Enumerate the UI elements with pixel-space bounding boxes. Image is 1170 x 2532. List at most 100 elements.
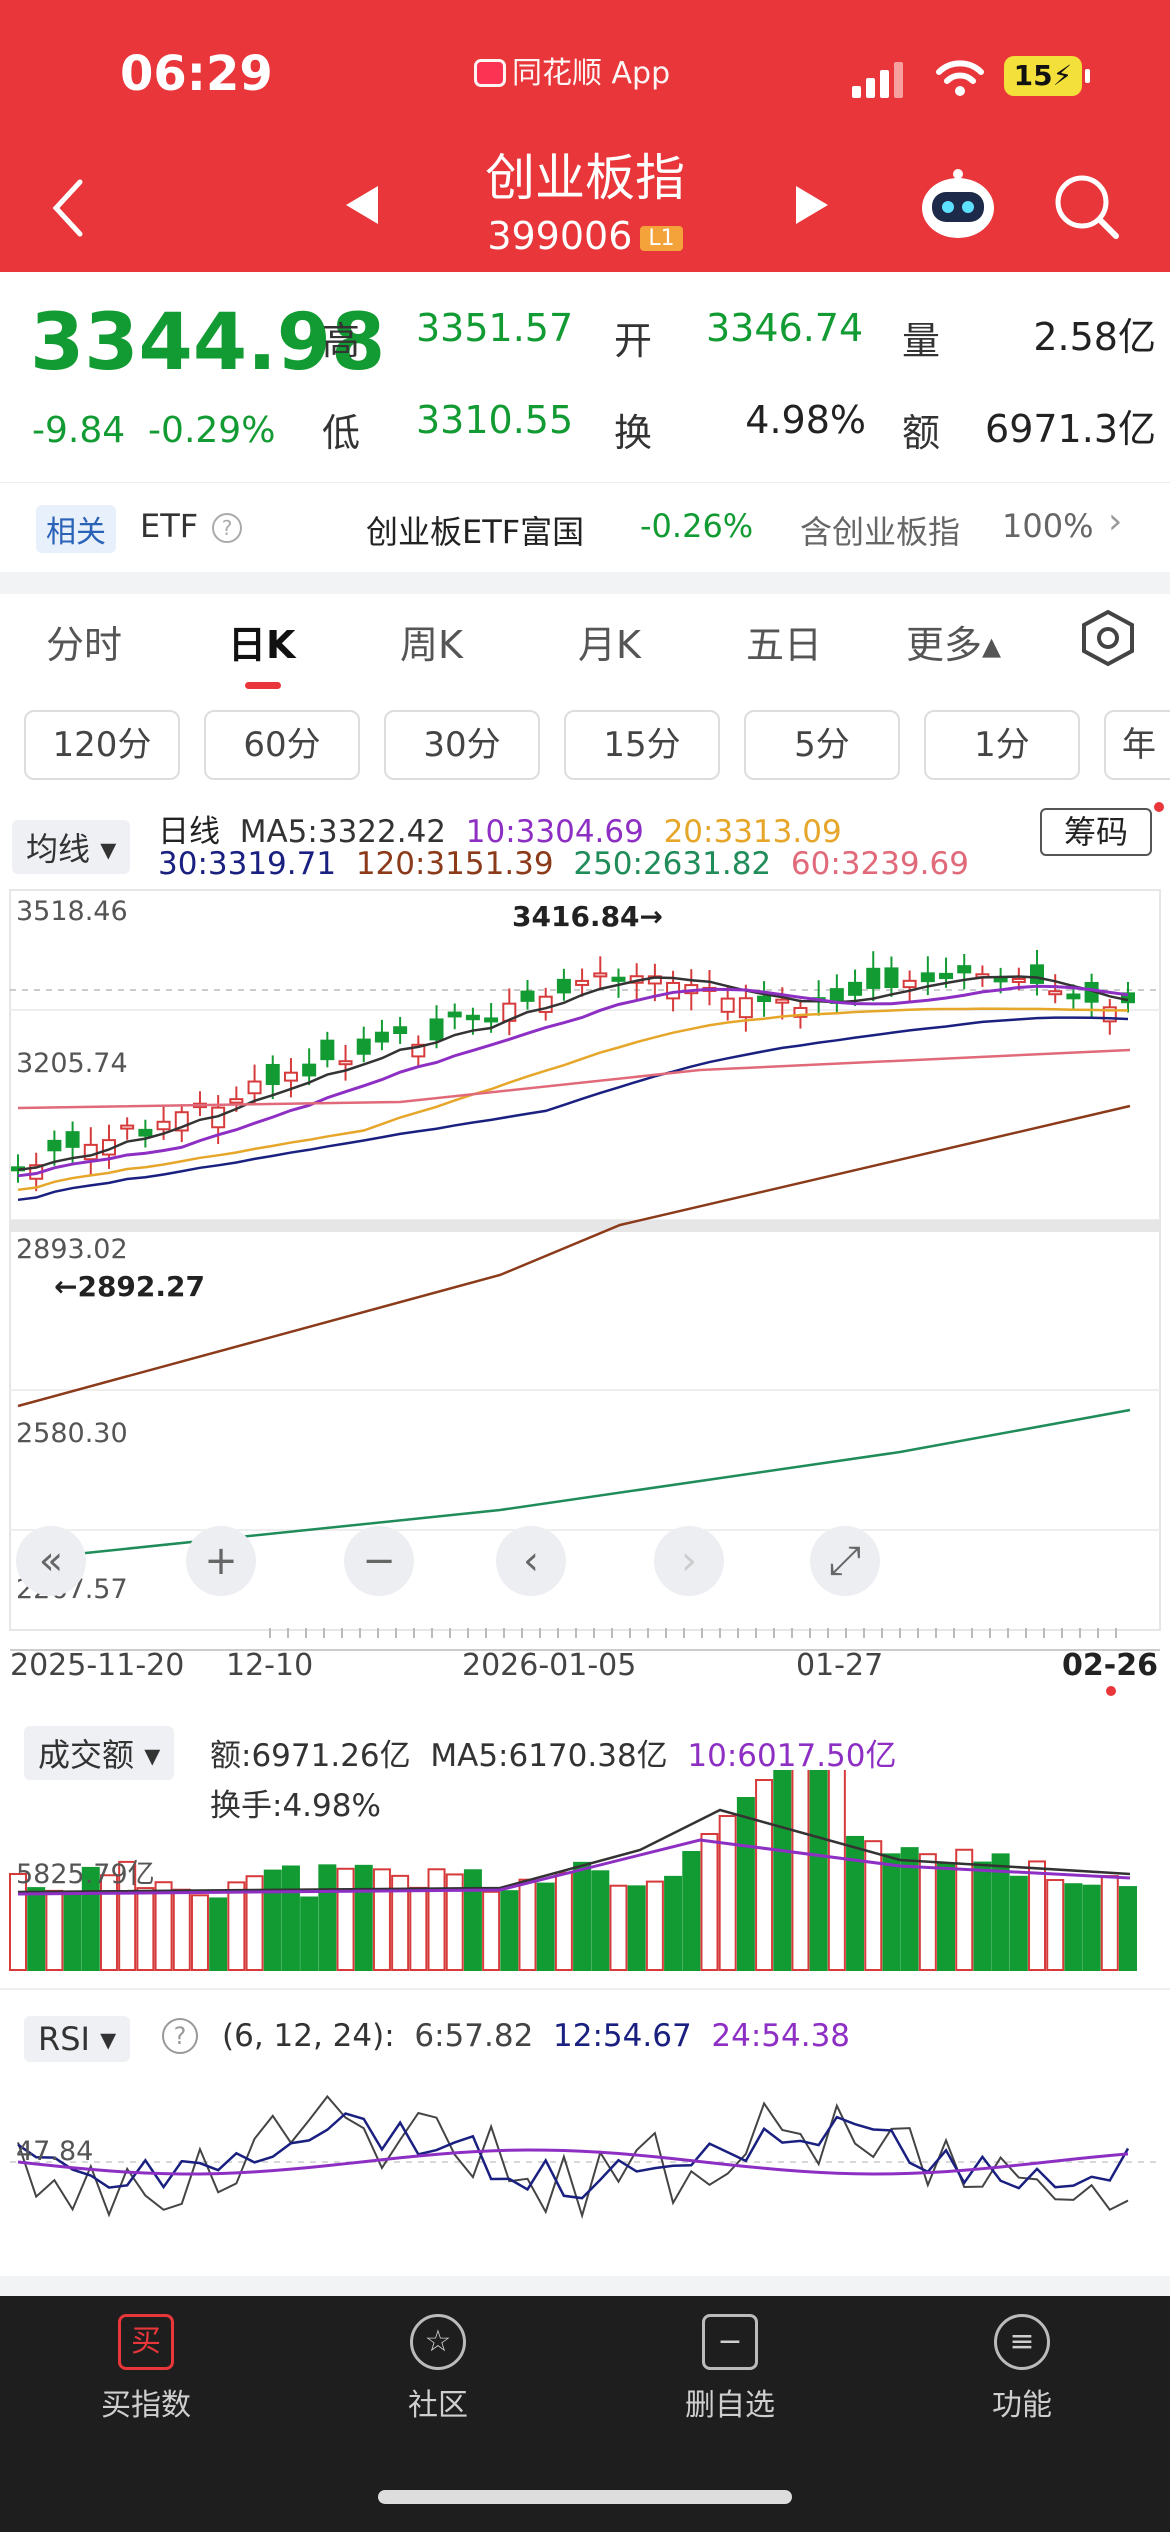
rsi24-value: 24:54.38 [711,2018,851,2054]
candle-body [757,995,772,1002]
high-value: 3351.57 [416,306,574,350]
rsi-help-icon[interactable]: ? [162,2018,198,2054]
volume-bar [1009,1875,1028,1971]
date-label-2: 12-10 [226,1648,314,1683]
period-year[interactable]: 年 [1104,710,1170,780]
battery-indicator: 15⚡ [1004,56,1090,96]
volume-bar [1028,1860,1047,1971]
nav-remove-watchlist[interactable]: − 删自选 [630,2314,830,2424]
period-1min[interactable]: 1分 [924,710,1080,780]
candle-body [320,1039,335,1061]
status-time: 06:29 [120,46,273,102]
period-60min[interactable]: 60分 [204,710,360,780]
volume-bar [482,1890,501,1971]
period-120min[interactable]: 120分 [24,710,180,780]
tab-more[interactable]: 更多▴ [906,614,1001,669]
zoom-in-icon[interactable]: + [186,1526,256,1596]
fullscreen-icon[interactable]: ⤢ [810,1526,880,1596]
candle-body [884,967,899,988]
candle-body [575,979,590,986]
candle-body [465,1014,480,1021]
nav-community-label: 社区 [408,2388,468,2423]
volume-bar [846,1835,865,1972]
candle-body [520,990,535,1002]
tab-daily-k[interactable]: 日K [228,614,295,669]
battery-level: 15 [1013,59,1053,92]
period-30min[interactable]: 30分 [384,710,540,780]
volume-bar [554,1871,573,1971]
section-divider [0,572,1170,594]
etf-weight: 100% [1002,507,1094,545]
volume-bar [736,1797,755,1971]
etf-holding: 含创业板指 [800,513,961,551]
candle-body [939,972,954,980]
volume-bar [627,1885,646,1971]
ma250-line [17,1408,1131,1562]
candle-body [429,1018,444,1041]
robot-assistant-icon[interactable] [918,168,998,240]
volume-chart[interactable] [0,1770,1170,1980]
volume-bar [27,1887,46,1971]
price-change: -9.84 -0.29% [32,410,275,451]
y-axis-mid: 3205.74 [16,1048,128,1079]
scroll-right-icon[interactable]: › [654,1526,724,1596]
y-axis-top: 3518.46 [16,896,128,927]
volume-bar [281,1865,300,1971]
date-label-5: 02-26 [1062,1648,1158,1683]
settings-hexagon-icon[interactable] [1080,608,1136,668]
ma-selector[interactable]: 均线 ▾ [12,820,131,874]
period-label: 日线 [158,814,220,850]
candle-body [866,967,881,989]
ma30-line [17,1016,1129,1202]
bottom-spacer [0,2276,1170,2296]
nav-remove-label: 删自选 [685,2388,775,2423]
volume-y-label: 5825.79亿 [16,1859,155,1890]
nav-community[interactable]: ☆ 社区 [338,2314,538,2424]
ma250-value: 250:2631.82 [573,846,772,882]
tab-intraday[interactable]: 分时 [46,614,122,669]
candle-body [393,1026,408,1035]
nav-buy-index[interactable]: 买买指数 [46,2314,246,2424]
related-etf-row[interactable]: 相关 ETF ? 创业板ETF富国 -0.26% 含创业板指 100% › [0,482,1170,572]
volume-bar [1064,1883,1083,1971]
volume-bar [209,1897,228,1972]
candle-body [484,1017,499,1023]
rewind-icon[interactable]: « [16,1526,86,1596]
chips-button[interactable]: 筹码 [1040,808,1152,856]
high-label: 高 [322,319,361,363]
volume-bar [227,1881,246,1971]
rsi-legend: (6, 12, 24): 6:57.82 12:54.67 24:54.38 [222,2018,850,2054]
volume-bar [318,1864,337,1971]
volume-bar [536,1882,555,1971]
volume-bar [336,1867,355,1971]
candle-body [593,972,608,978]
nav-functions[interactable]: ≡ 功能 [922,2314,1122,2424]
candle-body [447,1011,462,1018]
candle-body [957,965,972,974]
rsi-chart[interactable] [0,2066,1170,2276]
volume-bar [591,1870,610,1971]
functions-icon: ≡ [994,2314,1050,2370]
ma20-value: 20:3313.09 [663,814,842,850]
volume-bar [500,1890,519,1971]
ma10-line [17,984,1129,1178]
period-15min[interactable]: 15分 [564,710,720,780]
tab-weekly-k[interactable]: 周K [400,614,463,669]
search-icon[interactable] [1052,172,1122,242]
notification-dot [1154,802,1164,812]
signal-icon [852,62,903,98]
volume-bar [682,1851,701,1971]
scroll-left-icon[interactable]: ‹ [496,1526,566,1596]
volume-bar [518,1878,537,1971]
ma120-line [17,1104,1131,1408]
zoom-out-icon[interactable]: − [344,1526,414,1596]
chevron-right-icon: › [1108,501,1123,542]
volume-bar [664,1875,683,1971]
tab-monthly-k[interactable]: 月K [578,614,641,669]
rsi-selector[interactable]: RSI ▾ [24,2016,131,2062]
period-5min[interactable]: 5分 [744,710,900,780]
tab-five-day[interactable]: 五日 [746,614,822,669]
help-icon[interactable]: ? [212,513,242,543]
volume-bar [718,1815,737,1971]
volume-bar [372,1868,391,1971]
